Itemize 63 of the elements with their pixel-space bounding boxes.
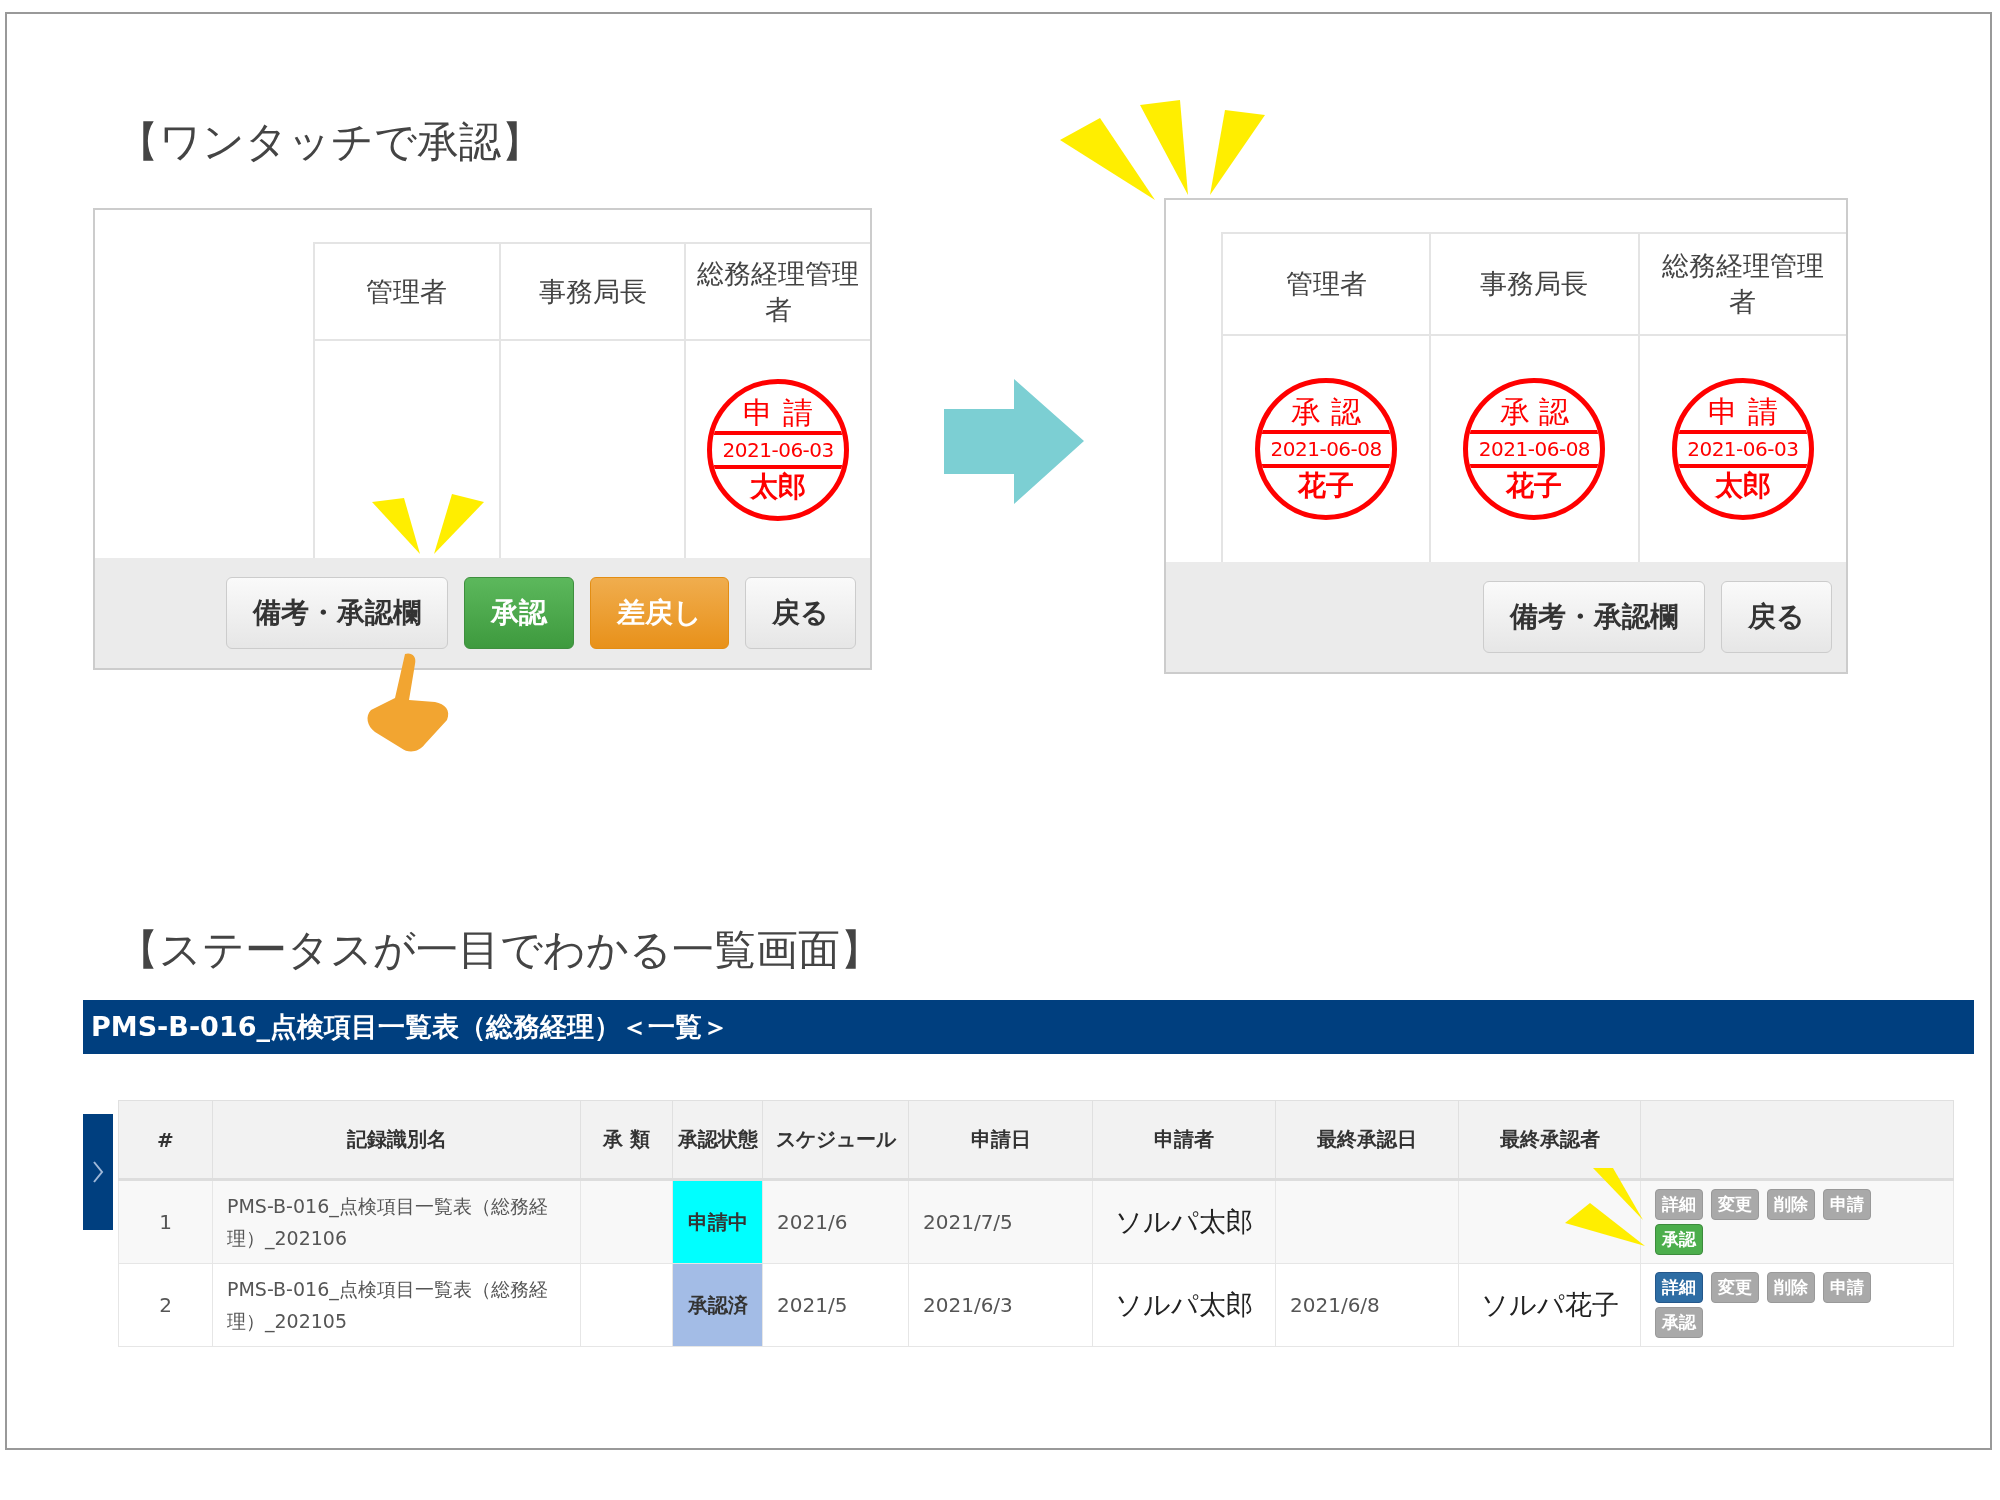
seal-name: 太郎 xyxy=(750,468,807,505)
column-header: 総務経理管理者 xyxy=(1660,249,1825,319)
seal-label: 承 認 xyxy=(1291,394,1361,430)
column-header: 承認状態 xyxy=(677,1127,758,1151)
row-action-button[interactable]: 変更 xyxy=(1711,1272,1759,1303)
column-header: 事務局長 xyxy=(538,274,647,309)
column-header: 総務経理管理者 xyxy=(696,256,861,327)
row-action-button[interactable]: 承認 xyxy=(1655,1307,1703,1338)
row-action-button[interactable]: 削除 xyxy=(1767,1272,1815,1303)
table-cell: 2021/6/3 xyxy=(923,1293,1013,1317)
table-cell: 1 xyxy=(159,1210,172,1234)
section-title: 【ステータスが一目でわかる一覧画面】 xyxy=(117,924,883,976)
column-header: 最終承認者 xyxy=(1499,1127,1600,1151)
column-header: 管理者 xyxy=(366,274,448,309)
row-action-button[interactable]: 詳細 xyxy=(1655,1189,1703,1220)
column-header: 承 類 xyxy=(603,1127,650,1151)
right-arrow-icon xyxy=(944,378,1084,504)
seal-label: 承 認 xyxy=(1499,394,1570,430)
column-header: # xyxy=(157,1127,174,1152)
row-action-button[interactable]: 申請 xyxy=(1823,1189,1871,1220)
table-cell: ソルパ太郎 xyxy=(1115,1289,1253,1320)
chevron-right-icon xyxy=(92,1160,104,1184)
section-title: 【ワンタッチで承認】 xyxy=(117,116,544,168)
row-action-button[interactable]: 詳細 xyxy=(1655,1272,1703,1303)
seal-date: 2021-06-08 xyxy=(1468,430,1601,468)
table-cell: 2021/7/5 xyxy=(923,1210,1013,1234)
action-button[interactable]: 承認 xyxy=(464,577,574,649)
row-action-button[interactable]: 削除 xyxy=(1767,1189,1815,1220)
seal-date: 2021-06-08 xyxy=(1260,430,1393,468)
action-button[interactable]: 差戻し xyxy=(590,577,729,649)
status-cell: 申請中 xyxy=(672,1179,763,1264)
column-header: 事務局長 xyxy=(1480,267,1589,301)
seal-label: 申 請 xyxy=(1708,394,1778,430)
seal-name: 花子 xyxy=(1298,468,1355,504)
column-header: スケジュール xyxy=(775,1127,896,1151)
action-button[interactable]: 戻る xyxy=(1721,581,1832,653)
action-button[interactable]: 戻る xyxy=(745,577,856,649)
column-header: 管理者 xyxy=(1285,267,1367,301)
status-cell: 承認済 xyxy=(672,1263,763,1347)
page-heading: PMS-B-016_点検項目一覧表（総務経理）＜一覧＞ xyxy=(91,1010,729,1044)
row-action-button[interactable]: 変更 xyxy=(1711,1189,1759,1220)
seal-name: 花子 xyxy=(1506,468,1563,504)
column-header: 記録識別名 xyxy=(346,1127,447,1151)
table-cell: ソルパ花子 xyxy=(1480,1289,1619,1320)
seal-date: 2021-06-03 xyxy=(712,430,845,469)
seal-label: 申 請 xyxy=(743,394,813,431)
column-header: 申請日 xyxy=(970,1127,1031,1151)
action-button[interactable]: 備考・承認欄 xyxy=(226,577,448,649)
action-button[interactable]: 備考・承認欄 xyxy=(1483,581,1705,653)
table-cell: 2021/6/8 xyxy=(1290,1293,1380,1317)
column-header: 最終承認日 xyxy=(1317,1127,1417,1151)
table-cell: PMS-B-016_点検項目一覧表（総務経理）_202105 xyxy=(227,1278,548,1332)
row-action-button[interactable]: 申請 xyxy=(1823,1272,1871,1303)
column-header: 申請者 xyxy=(1154,1127,1214,1151)
table-cell: 2021/5 xyxy=(777,1293,848,1317)
table-cell: ソルパ太郎 xyxy=(1115,1206,1253,1237)
table-cell: 2 xyxy=(159,1293,172,1317)
row-action-button[interactable]: 承認 xyxy=(1655,1224,1703,1255)
seal-date: 2021-06-03 xyxy=(1676,430,1809,468)
table-cell: PMS-B-016_点検項目一覧表（総務経理）_202106 xyxy=(227,1195,548,1249)
seal-name: 太郎 xyxy=(1714,468,1771,504)
sidebar-toggle[interactable] xyxy=(83,1114,113,1230)
table-cell: 2021/6 xyxy=(777,1210,848,1234)
